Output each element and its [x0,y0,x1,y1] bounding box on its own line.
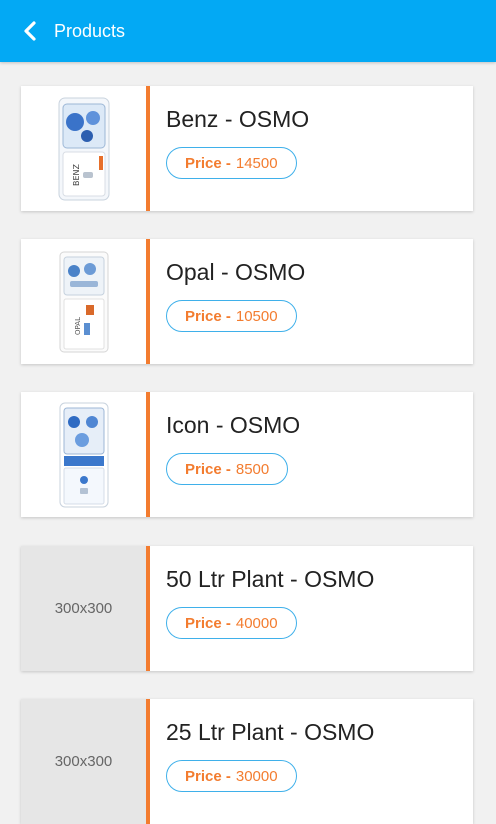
product-name: 25 Ltr Plant - OSMO [166,719,375,745]
price-label: Price - [185,307,231,325]
product-card[interactable]: OPAL Opal - OSMO Price - 10500 [21,239,473,364]
price-value: 10500 [235,307,278,325]
product-image: BENZ [21,86,146,211]
price-badge[interactable]: Price - 30000 [166,760,297,792]
svg-text:BENZ: BENZ [72,163,81,186]
product-card[interactable]: BENZ Benz - OSMO Price - 14500 [21,86,473,211]
price-label: Price - [185,154,231,172]
app-bar: Products [0,0,496,62]
placeholder-label: 300x300 [54,600,113,617]
price-value: 14500 [235,154,278,172]
price-label: Price - [185,614,231,632]
price-value: 8500 [235,460,270,478]
product-image-placeholder: 300x300 [21,546,146,671]
price-value: 40000 [235,614,278,632]
chevron-left-icon [24,21,36,41]
price-badge[interactable]: Price - 40000 [166,607,297,639]
product-image: OPAL [21,239,146,364]
water-purifier-icon: OPAL [59,251,108,352]
page-title: Products [54,20,126,41]
svg-text:OPAL: OPAL [74,316,82,334]
price-label: Price - [185,767,231,785]
price-badge[interactable]: Price - 10500 [166,300,297,332]
product-image [21,392,146,517]
price-label: Price - [185,460,231,478]
water-purifier-icon: BENZ [58,97,109,200]
water-purifier-icon [59,402,108,507]
product-card[interactable]: 300x300 50 Ltr Plant - OSMO Price - 4000… [21,546,473,671]
price-badge[interactable]: Price - 14500 [166,147,297,179]
product-image-placeholder: 300x300 [21,699,146,824]
product-name: Icon - OSMO [166,412,301,438]
placeholder-label: 300x300 [54,753,113,770]
product-card[interactable]: Icon - OSMO Price - 8500 [21,392,473,517]
price-badge[interactable]: Price - 8500 [166,453,289,485]
product-card[interactable]: 300x300 25 Ltr Plant - OSMO Price - 3000… [21,699,473,824]
price-value: 30000 [235,767,278,785]
product-name: 50 Ltr Plant - OSMO [166,566,375,592]
product-name: Opal - OSMO [166,259,306,285]
back-button[interactable] [14,11,46,51]
product-name: Benz - OSMO [166,106,310,132]
